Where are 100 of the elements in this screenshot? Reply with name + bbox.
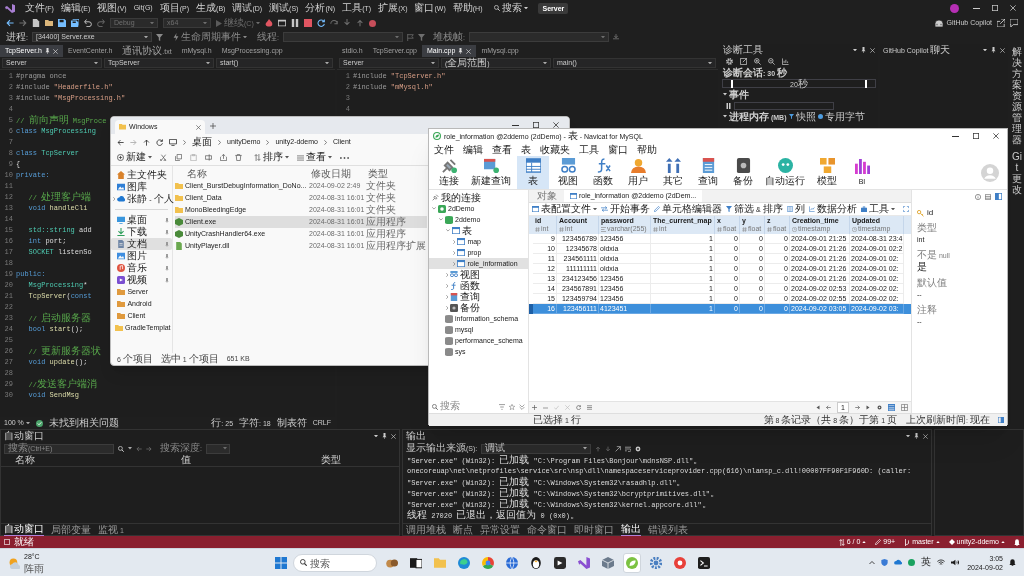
search-button[interactable]: 搜索: [494, 0, 529, 16]
step-over-icon[interactable]: [329, 19, 338, 27]
chevron-right-icon[interactable]: [446, 272, 449, 277]
chevron-right-icon[interactable]: [453, 250, 456, 255]
circle-icon[interactable]: [908, 559, 916, 566]
table-tool-button[interactable]: 数据分析: [808, 202, 857, 216]
filter-icon[interactable]: [155, 33, 163, 41]
side-panel-icon[interactable]: [995, 193, 1002, 200]
close-icon[interactable]: [553, 122, 559, 128]
export-icon[interactable]: [740, 58, 747, 65]
bell-icon[interactable]: [1014, 538, 1020, 546]
clear-all-icon[interactable]: [615, 445, 622, 452]
maximize-icon[interactable]: [533, 122, 539, 128]
breadcrumb-item[interactable]: 桌面: [192, 134, 212, 150]
output-source-dropdown[interactable]: 调试: [481, 443, 592, 454]
panel-tab[interactable]: 断点: [453, 523, 473, 536]
up-arrow-icon[interactable]: [143, 138, 150, 146]
close-icon[interactable]: [993, 133, 999, 139]
minimize-icon[interactable]: [512, 124, 519, 126]
chevron-down-icon[interactable]: [439, 218, 443, 221]
feedback-icon[interactable]: [1010, 19, 1018, 27]
search-field[interactable]: 搜索: [432, 400, 495, 413]
cloud-icon[interactable]: [894, 559, 903, 566]
first-page-icon[interactable]: [815, 405, 821, 410]
input-method[interactable]: 英: [921, 556, 932, 569]
wifi-icon[interactable]: [937, 559, 946, 566]
pencil-icon[interactable]: [875, 539, 882, 545]
filter-icon[interactable]: [417, 33, 425, 41]
menu-item[interactable]: 表: [521, 142, 531, 157]
chevron-right-icon[interactable]: [446, 283, 449, 288]
next-page-icon[interactable]: [855, 405, 860, 410]
find-down-icon[interactable]: [605, 445, 612, 452]
menu-item[interactable]: 查看: [492, 142, 512, 157]
table-tool-button[interactable]: 表配置文件: [532, 202, 597, 216]
panel-tab[interactable]: 错误列表: [648, 523, 688, 536]
check-icon[interactable]: [554, 405, 559, 410]
lightning-icon[interactable]: [172, 33, 179, 41]
window-icon[interactable]: [277, 19, 286, 27]
collapse-icon[interactable]: [519, 403, 525, 410]
find-up-icon[interactable]: [595, 445, 602, 452]
more-dots-icon[interactable]: [340, 156, 349, 159]
column-header[interactable]: 名称: [175, 167, 311, 181]
pin-icon[interactable]: [914, 433, 919, 439]
panel-tab[interactable]: 即时窗口: [574, 523, 614, 536]
shield-icon[interactable]: [881, 559, 889, 566]
panel-tab[interactable]: 命令窗口: [527, 523, 567, 536]
table-tool-button[interactable]: 开始事务: [601, 202, 650, 216]
branch-icon[interactable]: [904, 538, 911, 546]
taskbar-search-field[interactable]: 搜索: [292, 553, 377, 572]
pin-icon[interactable]: [382, 433, 387, 439]
delete-icon[interactable]: [235, 154, 242, 161]
toolbar-button[interactable]: 模型: [811, 156, 843, 189]
range-handle[interactable]: [731, 79, 733, 88]
range-handle[interactable]: [865, 79, 867, 88]
refresh-icon[interactable]: [576, 405, 581, 410]
text-field-icon[interactable]: [205, 154, 212, 161]
undo-icon[interactable]: [84, 19, 92, 27]
pause-icon[interactable]: [290, 19, 299, 27]
forward-arrow-icon[interactable]: [146, 445, 152, 452]
view-button[interactable]: 查看: [297, 150, 332, 165]
toolbar-button[interactable]: 函数: [587, 156, 619, 189]
table-tool-button[interactable]: 列: [786, 202, 805, 216]
back-arrow-icon[interactable]: [6, 19, 14, 27]
pin-icon[interactable]: [861, 47, 866, 53]
zoom-in-icon[interactable]: [754, 58, 761, 65]
table-view-icon[interactable]: [985, 193, 991, 200]
sort-button[interactable]: 排序: [254, 150, 289, 165]
new-file-icon[interactable]: [32, 19, 40, 27]
form-view-icon[interactable]: [901, 404, 908, 411]
breakpoint-icon[interactable]: [368, 19, 376, 27]
list-icon[interactable]: [587, 405, 592, 410]
funnel-icon[interactable]: [788, 114, 794, 119]
menu-item[interactable]: 工具: [579, 142, 599, 157]
menu-item[interactable]: 帮助: [637, 142, 657, 157]
chevron-up-icon[interactable]: [869, 560, 876, 565]
step-out-icon[interactable]: [355, 19, 364, 27]
lifecycle-events-button[interactable]: 生命周期事件: [172, 30, 247, 44]
arrow-down-to-line-icon[interactable]: [612, 34, 619, 40]
info-icon[interactable]: [975, 193, 981, 200]
back-arrow-icon[interactable]: [117, 138, 124, 146]
stop-icon[interactable]: [303, 19, 312, 27]
tree-item[interactable]: 函数: [429, 280, 528, 291]
chevron-down-icon[interactable]: [432, 207, 436, 210]
filter-icon[interactable]: [499, 403, 505, 410]
expand-icon[interactable]: [902, 206, 909, 212]
tree-item[interactable]: 查询: [429, 291, 528, 302]
toolbar-button[interactable]: 其它: [657, 156, 689, 189]
toolbar-button[interactable]: 视图: [552, 156, 584, 189]
pause-icon[interactable]: [726, 102, 731, 109]
nav-item[interactable]: 桌面: [111, 214, 172, 226]
save-icon[interactable]: [58, 19, 66, 27]
flag-icon[interactable]: [406, 33, 414, 41]
plus-icon[interactable]: [532, 405, 537, 410]
nav-item[interactable]: 视频: [111, 274, 172, 286]
side-tab[interactable]: 解决方案资源管理器: [1012, 46, 1022, 145]
pin-icon[interactable]: [991, 47, 996, 53]
search-icon[interactable]: [118, 445, 124, 452]
nav-item[interactable]: 图库: [111, 181, 172, 193]
star-icon[interactable]: [509, 403, 515, 410]
toolbar-button[interactable]: 连接: [433, 156, 465, 189]
